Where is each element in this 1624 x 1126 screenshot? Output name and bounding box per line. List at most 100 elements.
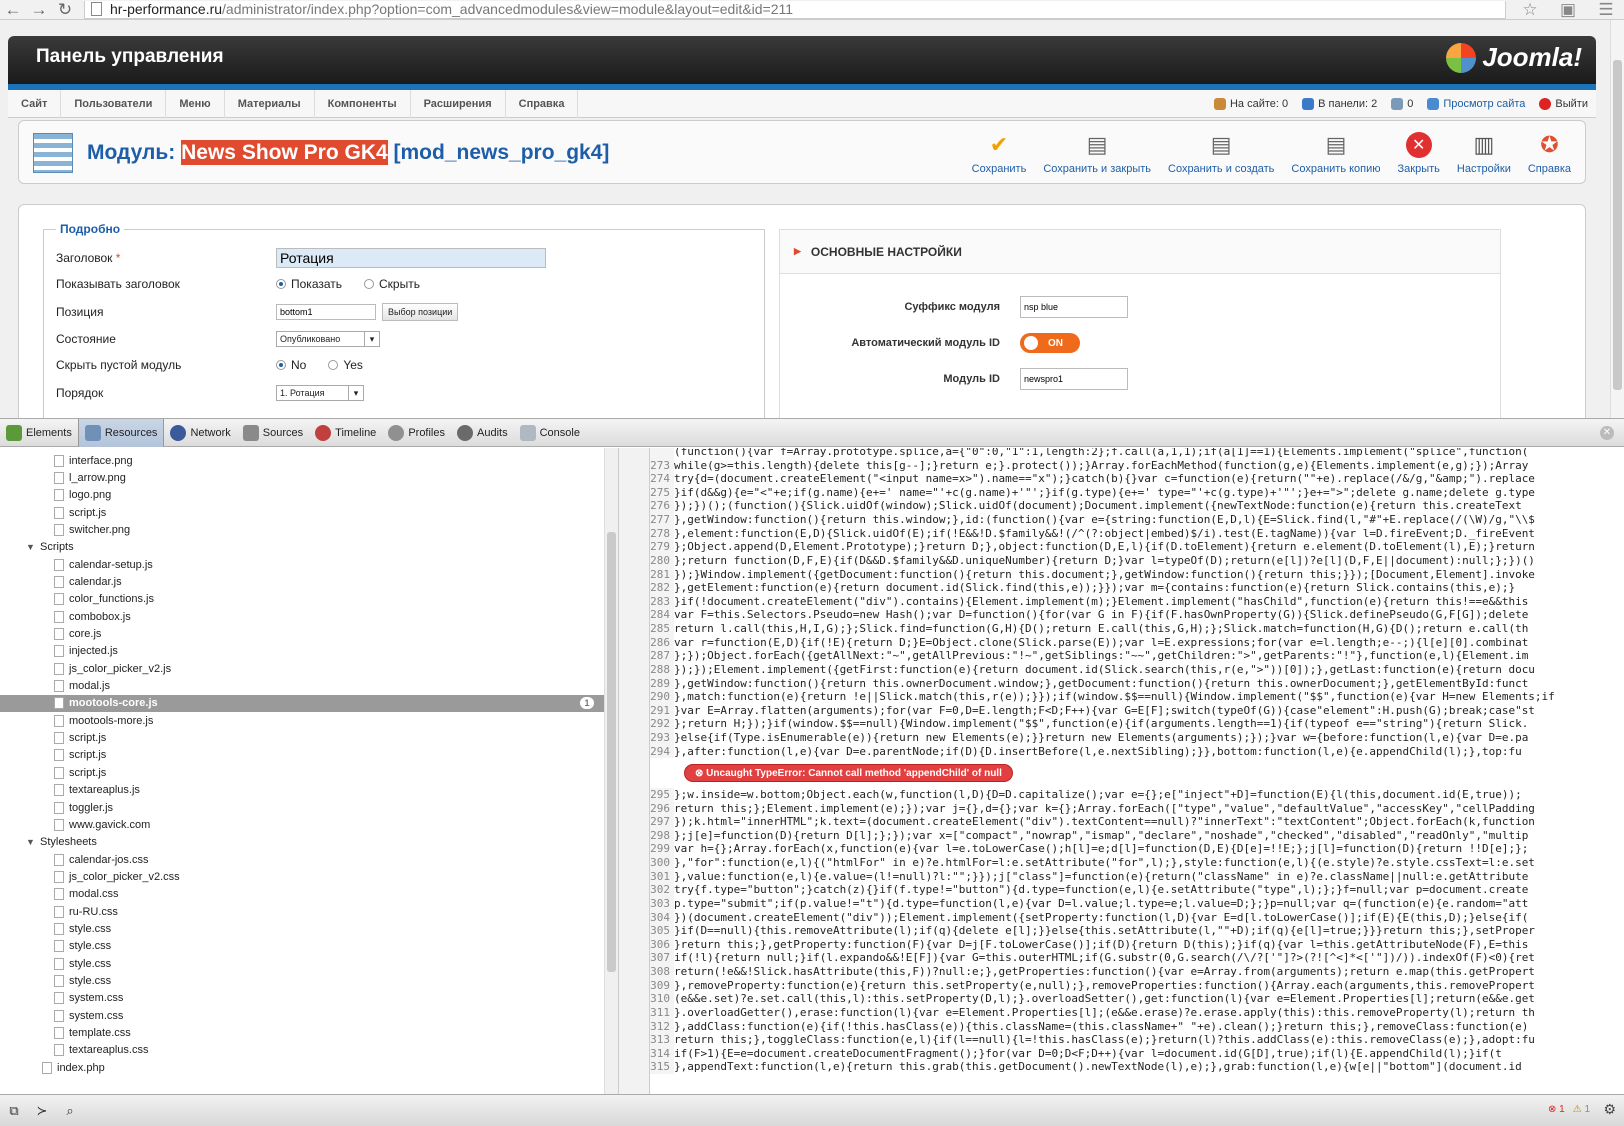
line-number[interactable]: 281 bbox=[650, 567, 674, 582]
line-number[interactable]: 275 bbox=[650, 485, 674, 500]
tab-sources[interactable]: Sources bbox=[237, 419, 309, 447]
line-number[interactable]: 294 bbox=[650, 744, 674, 759]
tree-file[interactable]: js_color_picker_v2.js bbox=[0, 660, 604, 677]
line-number[interactable]: 289 bbox=[650, 676, 674, 691]
line-number[interactable]: 307 bbox=[650, 951, 674, 966]
line-number[interactable]: 300 bbox=[650, 856, 674, 870]
tree-file[interactable]: l_arrow.png bbox=[0, 469, 604, 486]
issue-counts[interactable]: ⊗ 1 ⚠ 1 bbox=[1548, 1104, 1590, 1115]
menu-components[interactable]: Компоненты bbox=[315, 89, 411, 118]
line-number[interactable]: 292 bbox=[650, 717, 674, 731]
tree-folder[interactable]: ▼ Scripts bbox=[0, 539, 604, 556]
line-number[interactable]: 279 bbox=[650, 540, 674, 554]
tree-file[interactable]: js_color_picker_v2.css bbox=[0, 868, 604, 885]
save-copy-button[interactable]: ▤ Сохранить копию bbox=[1282, 121, 1388, 185]
line-number[interactable]: 299 bbox=[650, 842, 674, 857]
line-number[interactable]: 282 bbox=[650, 581, 674, 595]
tree-folder[interactable]: ▼ Stylesheets bbox=[0, 834, 604, 851]
menu-extensions[interactable]: Расширения bbox=[411, 89, 506, 118]
tree-file[interactable]: modal.js bbox=[0, 678, 604, 695]
tree-file[interactable]: template.css bbox=[0, 1025, 604, 1042]
tree-file[interactable]: style.css bbox=[0, 973, 604, 990]
tab-timeline[interactable]: Timeline bbox=[309, 419, 382, 447]
tree-file[interactable]: core.js bbox=[0, 626, 604, 643]
line-number[interactable]: 313 bbox=[650, 1033, 674, 1047]
line-number[interactable]: 286 bbox=[650, 635, 674, 650]
tree-file[interactable]: script.js bbox=[0, 730, 604, 747]
tree-file[interactable]: color_functions.js bbox=[0, 591, 604, 608]
gear-icon[interactable]: ⚙ bbox=[1603, 1101, 1616, 1118]
forward-icon[interactable]: → bbox=[26, 0, 52, 19]
scrollbar-thumb[interactable] bbox=[1613, 60, 1622, 390]
tree-file[interactable]: style.css bbox=[0, 920, 604, 937]
star-icon[interactable]: ☆ bbox=[1516, 0, 1544, 20]
line-number[interactable]: 277 bbox=[650, 513, 674, 527]
tab-resources[interactable]: Resources bbox=[77, 418, 165, 447]
tree-file[interactable]: script.js bbox=[0, 747, 604, 764]
menu-site[interactable]: Сайт bbox=[8, 89, 62, 118]
order-select[interactable]: 1. Ротация bbox=[276, 385, 364, 401]
line-number[interactable]: 278 bbox=[650, 526, 674, 541]
tree-file[interactable]: script.js bbox=[0, 764, 604, 781]
line-number[interactable]: 314 bbox=[650, 1046, 674, 1061]
tree-file[interactable]: logo.png bbox=[0, 487, 604, 504]
line-number[interactable]: 280 bbox=[650, 553, 674, 568]
line-number[interactable]: 304 bbox=[650, 910, 674, 925]
state-select[interactable]: Опубликовано bbox=[276, 331, 380, 347]
line-number[interactable]: 306 bbox=[650, 937, 674, 952]
tab-profiles[interactable]: Profiles bbox=[382, 419, 451, 447]
menu-menus[interactable]: Меню bbox=[166, 89, 225, 118]
save-button[interactable]: ✔ Сохранить bbox=[963, 121, 1035, 185]
line-number[interactable]: 291 bbox=[650, 703, 674, 718]
line-number[interactable]: 288 bbox=[650, 662, 674, 677]
title-input[interactable] bbox=[276, 248, 546, 268]
line-number[interactable]: 276 bbox=[650, 499, 674, 514]
basic-options-header[interactable]: ▶ ОСНОВНЫЕ НАСТРОЙКИ bbox=[780, 230, 1500, 274]
tab-network[interactable]: Network bbox=[164, 419, 236, 447]
position-input[interactable] bbox=[276, 304, 376, 320]
line-number[interactable]: 293 bbox=[650, 731, 674, 745]
tree-file[interactable]: system.css bbox=[0, 990, 604, 1007]
suffix-input[interactable] bbox=[1020, 296, 1128, 318]
menu-content[interactable]: Материалы bbox=[225, 89, 315, 118]
close-button[interactable]: ✕ Закрыть bbox=[1389, 121, 1448, 185]
line-number[interactable]: 308 bbox=[650, 965, 674, 979]
tab-elements[interactable]: Elements bbox=[0, 419, 78, 447]
line-number[interactable]: 297 bbox=[650, 815, 674, 829]
line-number[interactable]: 296 bbox=[650, 801, 674, 816]
line-number[interactable]: 287 bbox=[650, 649, 674, 663]
line-number[interactable]: 274 bbox=[650, 472, 674, 486]
hide-empty-yes-radio[interactable]: Yes bbox=[328, 358, 363, 372]
triangle-down-icon[interactable]: ▼ bbox=[26, 542, 40, 552]
save-close-button[interactable]: ▤ Сохранить и закрыть bbox=[1034, 121, 1159, 185]
tree-file[interactable]: mootools-more.js bbox=[0, 712, 604, 729]
panel-splitter[interactable] bbox=[618, 448, 650, 1094]
line-number[interactable]: 303 bbox=[650, 896, 674, 911]
tree-file[interactable]: toggler.js bbox=[0, 799, 604, 816]
line-number[interactable]: 312 bbox=[650, 1019, 674, 1034]
tree-file[interactable]: ru-RU.css bbox=[0, 903, 604, 920]
tree-file[interactable]: interface.png bbox=[0, 452, 604, 469]
line-number[interactable]: 273 bbox=[650, 458, 674, 473]
help-button[interactable]: ✪ Справка bbox=[1519, 121, 1579, 185]
tree-file[interactable]: modal.css bbox=[0, 886, 604, 903]
menu-icon[interactable]: ☰ bbox=[1592, 0, 1620, 20]
line-number[interactable]: 305 bbox=[650, 924, 674, 938]
tree-scrollbar-thumb[interactable] bbox=[607, 532, 616, 972]
line-number[interactable]: 295 bbox=[650, 788, 674, 802]
tab-audits[interactable]: Audits bbox=[451, 419, 514, 447]
triangle-down-icon[interactable]: ▼ bbox=[26, 837, 40, 847]
show-title-show-radio[interactable]: Показать bbox=[276, 277, 342, 291]
line-number[interactable]: 315 bbox=[650, 1060, 674, 1074]
search-icon[interactable]: ⌕ bbox=[56, 1103, 84, 1119]
line-number[interactable]: 298 bbox=[650, 828, 674, 843]
line-number[interactable] bbox=[650, 448, 674, 459]
save-new-button[interactable]: ▤ Сохранить и создать bbox=[1159, 121, 1282, 185]
console-toggle-icon[interactable]: ≻ bbox=[28, 1103, 56, 1119]
tree-file[interactable]: combobox.js bbox=[0, 608, 604, 625]
line-number[interactable]: 301 bbox=[650, 869, 674, 884]
tree-scrollbar[interactable] bbox=[604, 448, 618, 1094]
tree-file[interactable]: index.php bbox=[0, 1059, 604, 1076]
tree-file[interactable]: www.gavick.com bbox=[0, 816, 604, 833]
line-number[interactable]: 283 bbox=[650, 594, 674, 609]
